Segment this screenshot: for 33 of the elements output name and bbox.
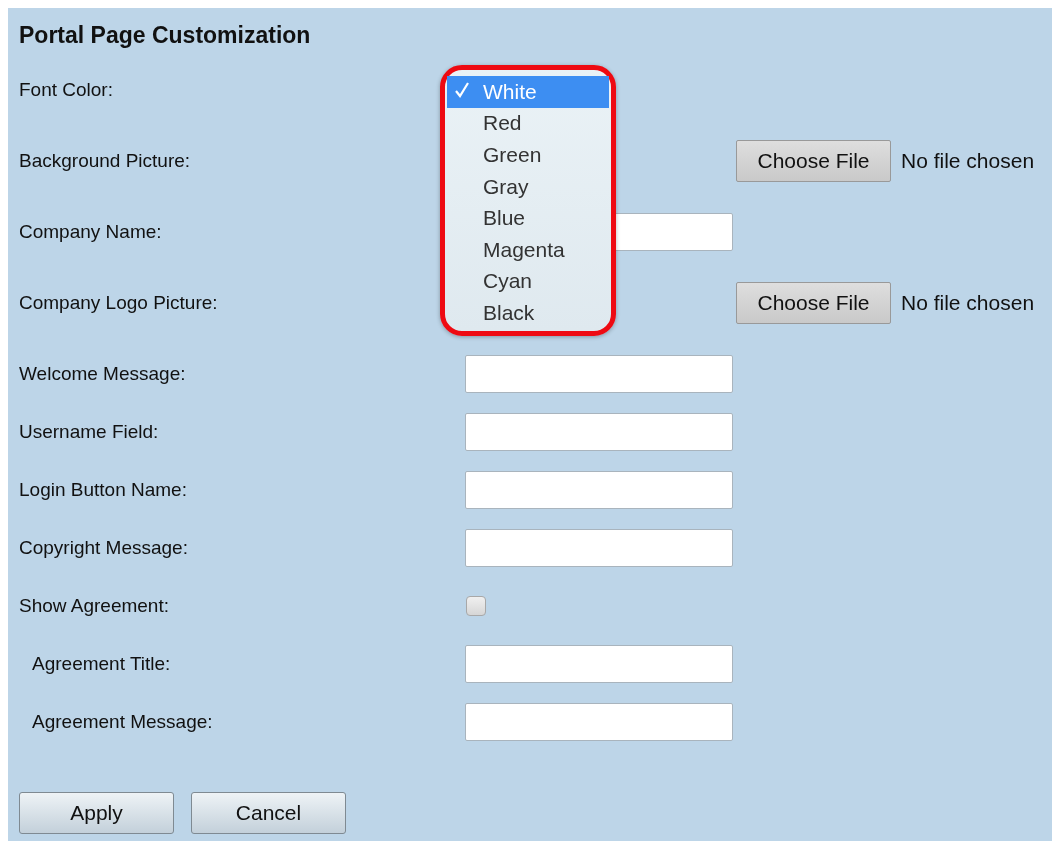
field-label: Agreement Title:	[32, 653, 171, 674]
field-label: Agreement Message:	[32, 711, 213, 732]
text-field[interactable]	[465, 645, 733, 683]
dropdown-option[interactable]: Magenta	[447, 233, 609, 266]
text-field[interactable]	[465, 471, 733, 509]
dropdown-option[interactable]: Cyan	[447, 265, 609, 298]
choose-file-button[interactable]: Choose File	[736, 140, 891, 182]
dropdown-option[interactable]: Red	[447, 107, 609, 140]
dropdown-option[interactable]: Blue	[447, 202, 609, 234]
field-label: Show Agreement:	[19, 595, 169, 616]
field-label: Copyright Message:	[19, 537, 188, 558]
field-label: Login Button Name:	[19, 479, 187, 500]
checkmark-icon	[455, 81, 469, 98]
text-field[interactable]	[465, 703, 733, 741]
field-label: Company Name:	[19, 221, 162, 242]
choose-file-button[interactable]: Choose File	[736, 282, 891, 324]
page-title: Portal Page Customization	[19, 21, 312, 50]
file-status: No file chosen	[901, 291, 1035, 315]
field-label: Welcome Message:	[19, 363, 186, 384]
field-label: Background Picture:	[19, 150, 191, 171]
form-button[interactable]: Apply	[19, 792, 174, 834]
file-status: No file chosen	[901, 149, 1035, 173]
text-field[interactable]	[465, 413, 733, 451]
text-field[interactable]	[465, 529, 733, 567]
text-field[interactable]	[465, 355, 733, 393]
field-label: Company Logo Picture:	[19, 292, 218, 313]
dropdown-option[interactable]: Gray	[447, 170, 609, 203]
checkbox[interactable]	[466, 596, 486, 616]
dropdown-option[interactable]: Black	[447, 297, 609, 329]
field-label: Font Color:	[19, 79, 113, 100]
form-button[interactable]: Cancel	[191, 792, 346, 834]
field-label: Username Field:	[19, 421, 159, 442]
dropdown-option[interactable]: Green	[447, 139, 609, 171]
